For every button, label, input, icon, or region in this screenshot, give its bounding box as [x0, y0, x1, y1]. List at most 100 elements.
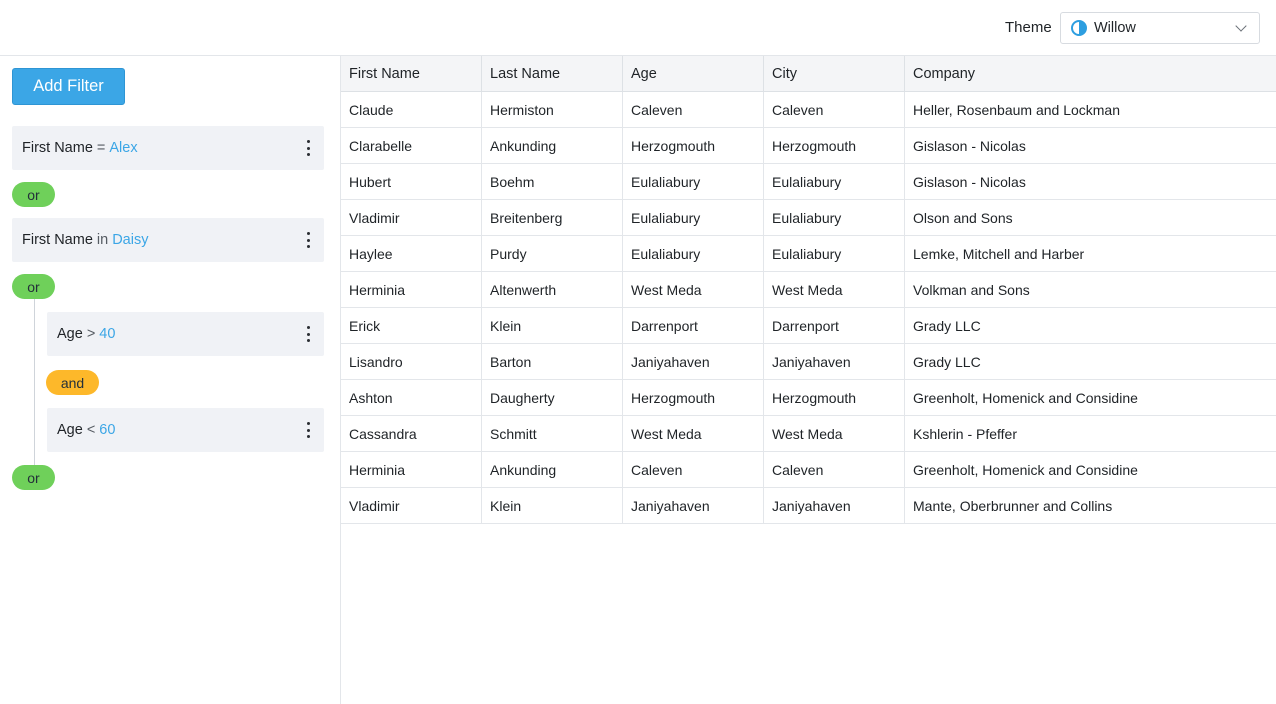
more-options-icon[interactable]	[306, 326, 310, 342]
table-cell[interactable]: Greenholt, Homenick and Considine	[905, 452, 1276, 487]
or-joiner[interactable]: or	[12, 465, 55, 490]
table-cell[interactable]: Boehm	[482, 164, 623, 199]
filter-condition[interactable]: First Name = Alex	[12, 126, 324, 170]
table-row[interactable]: Ashton Daugherty Herzogmouth Herzogmouth Gre…	[341, 380, 1276, 416]
filter-value: 60	[99, 422, 116, 438]
more-options-icon[interactable]	[306, 422, 310, 438]
table-cell[interactable]: Eulaliabury	[623, 200, 764, 235]
table-cell[interactable]: Janiyahaven	[623, 488, 764, 523]
table-cell[interactable]: Janiyahaven	[764, 488, 905, 523]
table-cell[interactable]: Darrenport	[764, 308, 905, 343]
data-grid: First Name Last Name Age City Company Cl…	[341, 56, 1276, 704]
table-cell[interactable]: Vladimir	[341, 200, 482, 235]
table-cell[interactable]: Cassandra	[341, 416, 482, 451]
table-cell[interactable]: Olson and Sons	[905, 200, 1276, 235]
table-cell[interactable]: Herzogmouth	[764, 380, 905, 415]
table-cell[interactable]: Mante, Oberbrunner and Collins	[905, 488, 1276, 523]
table-row[interactable]: Clarabelle Ankunding Herzogmouth Herzogmout…	[341, 128, 1276, 164]
table-cell[interactable]: Janiyahaven	[764, 344, 905, 379]
table-cell[interactable]: Claude	[341, 92, 482, 127]
group-connector-line	[34, 299, 35, 465]
table-cell[interactable]: Hermiston	[482, 92, 623, 127]
top-bar: Theme Willow	[0, 0, 1276, 56]
table-cell[interactable]: West Meda	[623, 272, 764, 307]
table-row[interactable]: Erick Klein Darrenport Darrenport Grady LLC	[341, 308, 1276, 344]
table-cell[interactable]: Herzogmouth	[623, 128, 764, 163]
table-cell[interactable]: Daugherty	[482, 380, 623, 415]
table-cell[interactable]: Ankunding	[482, 128, 623, 163]
table-cell[interactable]: Klein	[482, 488, 623, 523]
table-row[interactable]: Herminia Ankunding Caleven Caleven Greenholt…	[341, 452, 1276, 488]
column-header-age[interactable]: Age	[623, 56, 764, 92]
table-cell[interactable]: Volkman and Sons	[905, 272, 1276, 307]
and-joiner[interactable]: and	[46, 370, 99, 395]
column-header-last-name[interactable]: Last Name	[482, 56, 623, 92]
table-cell[interactable]: Eulaliabury	[623, 164, 764, 199]
table-cell[interactable]: West Meda	[764, 272, 905, 307]
table-cell[interactable]: Clarabelle	[341, 128, 482, 163]
more-options-icon[interactable]	[306, 140, 310, 156]
table-row[interactable]: Vladimir Klein Janiyahaven Janiyahaven Mante…	[341, 488, 1276, 524]
table-cell[interactable]: Caleven	[623, 452, 764, 487]
table-cell[interactable]: Caleven	[623, 92, 764, 127]
table-cell[interactable]: Barton	[482, 344, 623, 379]
table-cell[interactable]: Gislason - Nicolas	[905, 164, 1276, 199]
table-cell[interactable]: Caleven	[764, 92, 905, 127]
table-cell[interactable]: Eulaliabury	[623, 236, 764, 271]
table-cell[interactable]: Kshlerin - Pfeffer	[905, 416, 1276, 451]
table-row[interactable]: Hubert Boehm Eulaliabury Eulaliabury Gislaso…	[341, 164, 1276, 200]
or-joiner[interactable]: or	[12, 182, 55, 207]
table-cell[interactable]: Eulaliabury	[764, 200, 905, 235]
table-cell[interactable]: Greenholt, Homenick and Considine	[905, 380, 1276, 415]
table-cell[interactable]: Caleven	[764, 452, 905, 487]
table-cell[interactable]: Erick	[341, 308, 482, 343]
table-cell[interactable]: Grady LLC	[905, 344, 1276, 379]
or-joiner[interactable]: or	[12, 274, 55, 299]
table-cell[interactable]: Klein	[482, 308, 623, 343]
table-cell[interactable]: Ashton	[341, 380, 482, 415]
table-cell[interactable]: Hubert	[341, 164, 482, 199]
table-cell[interactable]: Haylee	[341, 236, 482, 271]
filter-panel: Add Filter First Name = Alex or First Na…	[0, 56, 340, 704]
table-cell[interactable]: Breitenberg	[482, 200, 623, 235]
table-cell[interactable]: Herzogmouth	[764, 128, 905, 163]
filter-condition[interactable]: First Name in Daisy	[12, 218, 324, 262]
table-cell[interactable]: Lemke, Mitchell and Harber	[905, 236, 1276, 271]
table-cell[interactable]: Darrenport	[623, 308, 764, 343]
table-cell[interactable]: West Meda	[623, 416, 764, 451]
table-row[interactable]: Herminia Altenwerth West Meda West Meda Volk…	[341, 272, 1276, 308]
table-cell[interactable]: Purdy	[482, 236, 623, 271]
table-cell[interactable]: Janiyahaven	[623, 344, 764, 379]
table-cell[interactable]: Herzogmouth	[623, 380, 764, 415]
table-cell[interactable]: Herminia	[341, 272, 482, 307]
table-cell[interactable]: Altenwerth	[482, 272, 623, 307]
table-row[interactable]: Haylee Purdy Eulaliabury Eulaliabury Lemke, …	[341, 236, 1276, 272]
table-cell[interactable]: Eulaliabury	[764, 236, 905, 271]
table-cell[interactable]: Lisandro	[341, 344, 482, 379]
filter-condition[interactable]: Age < 60	[47, 408, 324, 452]
table-cell[interactable]: Heller, Rosenbaum and Lockman	[905, 92, 1276, 127]
column-header-city[interactable]: City	[764, 56, 905, 92]
table-cell[interactable]: Gislason - Nicolas	[905, 128, 1276, 163]
more-options-icon[interactable]	[306, 232, 310, 248]
table-cell[interactable]: Ankunding	[482, 452, 623, 487]
add-filter-button[interactable]: Add Filter	[12, 68, 125, 105]
table-cell[interactable]: West Meda	[764, 416, 905, 451]
column-header-first-name[interactable]: First Name	[341, 56, 482, 92]
table-cell[interactable]: Herminia	[341, 452, 482, 487]
theme-select[interactable]: Willow	[1060, 12, 1260, 44]
column-header-company[interactable]: Company	[905, 56, 1276, 92]
table-row[interactable]: Vladimir Breitenberg Eulaliabury Eulaliabur…	[341, 200, 1276, 236]
table-cell[interactable]: Grady LLC	[905, 308, 1276, 343]
table-row[interactable]: Claude Hermiston Caleven Caleven Heller, Ros…	[341, 92, 1276, 128]
table-cell[interactable]: Schmitt	[482, 416, 623, 451]
theme-contrast-icon	[1071, 20, 1087, 36]
filter-condition[interactable]: Age > 40	[47, 312, 324, 356]
table-cell[interactable]: Vladimir	[341, 488, 482, 523]
table-row[interactable]: Lisandro Barton Janiyahaven Janiyahaven Grad…	[341, 344, 1276, 380]
table-row[interactable]: Cassandra Schmitt West Meda West Meda Kshler…	[341, 416, 1276, 452]
table-cell[interactable]: Eulaliabury	[764, 164, 905, 199]
chevron-down-icon	[1235, 20, 1247, 32]
filter-operator: in	[96, 232, 109, 248]
filter-operator: =	[96, 140, 106, 156]
